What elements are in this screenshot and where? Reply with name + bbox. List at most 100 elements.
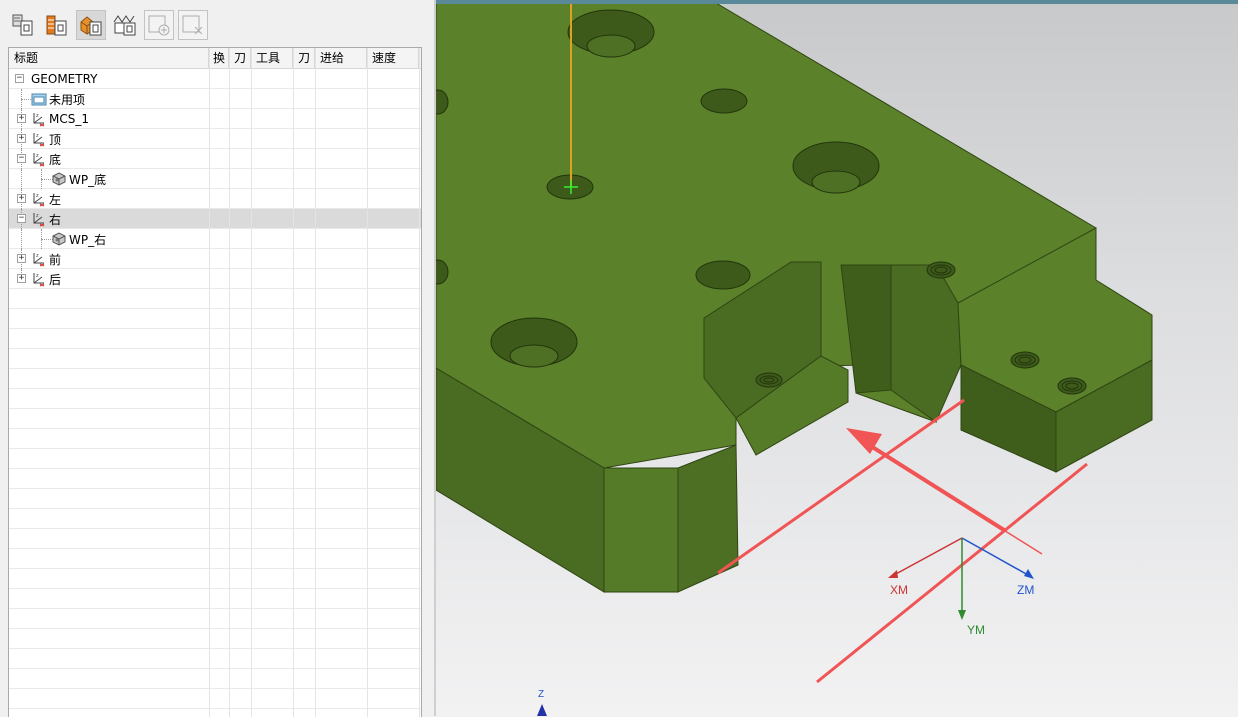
table-row[interactable]: + z 后 [9, 269, 421, 289]
table-row[interactable]: + z 前 [9, 249, 421, 269]
tree-node[interactable]: z后 [31, 269, 61, 289]
tree-node[interactable]: z底 [31, 149, 61, 169]
column-header-tool-axis[interactable]: 刀 [229, 48, 251, 68]
tree-node-label: WP_右 [69, 232, 107, 247]
table-row [9, 569, 421, 589]
expand-icon[interactable]: + [17, 134, 26, 143]
column-header-title[interactable]: 标题 [9, 48, 209, 68]
column-divider [293, 48, 294, 717]
view-triad-z-arrow [537, 704, 547, 716]
counterbore-hole[interactable] [490, 317, 578, 368]
table-row[interactable]: − z 底 [9, 149, 421, 169]
annotation-arrow [864, 441, 1006, 532]
geometry-view-button[interactable] [76, 10, 106, 40]
column-divider [419, 48, 420, 717]
tree-node-label: 底 [49, 152, 62, 167]
tree-node[interactable]: z顶 [31, 129, 61, 149]
tree-node-label: 左 [49, 192, 62, 207]
column-divider [315, 48, 316, 717]
tapped-hole [1057, 377, 1087, 395]
tree-node-label: 后 [49, 272, 62, 287]
tree-line [21, 229, 22, 249]
table-row[interactable]: + z 顶 [9, 129, 421, 149]
drill-hole [695, 260, 751, 290]
machining-method-view-icon [113, 15, 136, 36]
tree-node[interactable]: WP_底 [51, 169, 106, 189]
expand-icon[interactable]: + [17, 114, 26, 123]
table-row[interactable]: WP_底 [9, 169, 421, 189]
column-header-tool[interactable]: 工具 [251, 48, 293, 68]
table-row [9, 609, 421, 629]
mcs-icon: z [31, 251, 47, 267]
machine-tool-view-button[interactable] [42, 10, 72, 40]
tree-node-label: 顶 [49, 132, 62, 147]
navigator-toolbar [6, 8, 426, 44]
axis-label-xm: XM [890, 583, 908, 597]
column-header-feed[interactable]: 进给 [315, 48, 367, 68]
expand-icon[interactable]: + [17, 254, 26, 263]
tapped-hole [926, 261, 956, 279]
column-header-speed[interactable]: 速度 [367, 48, 419, 68]
program-order-view-button[interactable] [8, 10, 38, 40]
tree-node[interactable]: WP_右 [51, 229, 106, 249]
viewport-top-border [436, 0, 1238, 4]
axis-label-z: Z [538, 689, 544, 700]
machine-tool-view-icon [46, 15, 67, 36]
table-row[interactable]: + z 左 [9, 189, 421, 209]
column-header-tool-number[interactable]: 刀 [293, 48, 315, 68]
table-row [9, 369, 421, 389]
navigator-table: 标题 换 刀 工具 刀 进给 速度 − GEOMETRY 未用项 + z MCS_1 + z 顶… [8, 47, 422, 717]
table-row[interactable]: WP_右 [9, 229, 421, 249]
remove-object-icon [182, 15, 203, 35]
tree-node-label: 前 [49, 252, 62, 267]
mcs-icon: z [31, 191, 47, 207]
program-order-view-icon [12, 14, 33, 36]
mcs-icon: z [31, 211, 47, 227]
table-row[interactable]: − GEOMETRY [9, 69, 421, 89]
annotation-line [1001, 528, 1043, 555]
geometry-view-icon [80, 16, 102, 36]
graphics-viewport[interactable]: XM ZM YM Z [436, 0, 1238, 716]
tree-node[interactable]: z右 [31, 209, 61, 229]
collapse-icon[interactable]: − [17, 214, 26, 223]
add-object-icon [148, 15, 170, 36]
axis-label-ym: YM [967, 623, 985, 637]
column-divider [251, 48, 252, 717]
table-row [9, 409, 421, 429]
tree-line [21, 169, 22, 189]
navigator-header: 标题 换 刀 工具 刀 进给 速度 [9, 48, 421, 69]
tree-node[interactable]: 未用项 [31, 89, 85, 109]
collapse-icon[interactable]: − [15, 74, 24, 83]
table-row [9, 549, 421, 569]
table-row [9, 589, 421, 609]
tree-node[interactable]: GEOMETRY [31, 69, 98, 89]
column-divider [209, 48, 210, 717]
expand-icon[interactable]: + [17, 194, 26, 203]
machining-method-view-button[interactable] [110, 10, 140, 40]
tree-node[interactable]: z左 [31, 189, 61, 209]
column-divider [229, 48, 230, 717]
tree-node-label: MCS_1 [49, 112, 89, 126]
tree-node-label: 右 [49, 212, 62, 227]
tree-node[interactable]: z前 [31, 249, 61, 269]
table-row [9, 349, 421, 369]
tree-node[interactable]: z MCS_1 [31, 109, 89, 129]
table-row [9, 329, 421, 349]
table-row [9, 669, 421, 689]
tapped-hole [755, 372, 783, 388]
part-front-chamfer [603, 467, 679, 593]
table-row[interactable]: + z MCS_1 [9, 109, 421, 129]
column-header-toolchange[interactable]: 换 [209, 48, 229, 68]
table-row [9, 649, 421, 669]
table-row[interactable]: 未用项 [9, 89, 421, 109]
svg-text:z: z [36, 273, 39, 279]
svg-text:z: z [36, 133, 39, 139]
add-object-button[interactable] [144, 10, 174, 40]
svg-text:z: z [36, 153, 39, 159]
collapse-icon[interactable]: − [17, 154, 26, 163]
part-model[interactable]: XM ZM YM Z [436, 0, 1238, 716]
table-row[interactable]: − z 右 [9, 209, 421, 229]
expand-icon[interactable]: + [17, 274, 26, 283]
operation-navigator-panel: 标题 换 刀 工具 刀 进给 速度 − GEOMETRY 未用项 + z MCS_1 + z 顶… [0, 0, 426, 717]
remove-object-button[interactable] [178, 10, 208, 40]
